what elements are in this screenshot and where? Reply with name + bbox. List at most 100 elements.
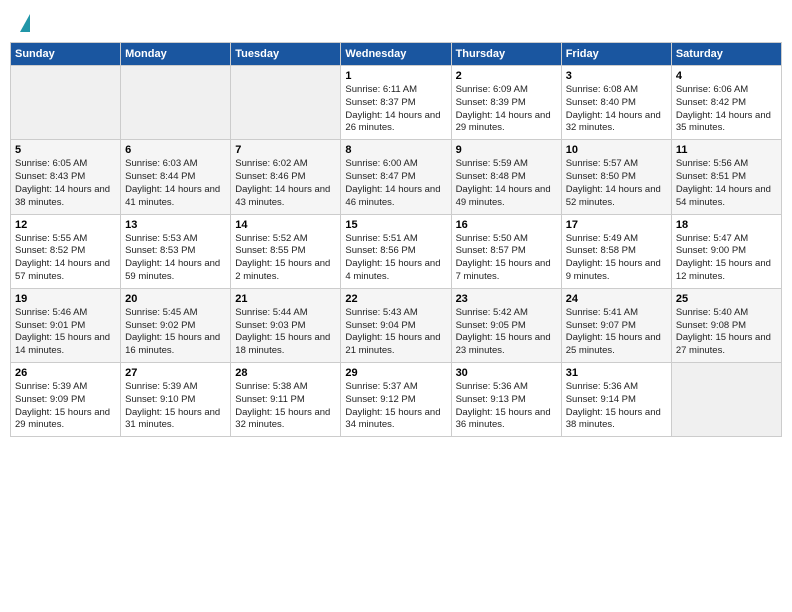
day-cell: 29 Sunrise: 5:37 AM Sunset: 9:12 PM Dayli…	[341, 363, 451, 437]
day-cell: 10 Sunrise: 5:57 AM Sunset: 8:50 PM Dayli…	[561, 140, 671, 214]
day-info: Sunrise: 5:45 AM Sunset: 9:02 PM Dayligh…	[125, 307, 226, 358]
day-info: Sunrise: 5:39 AM Sunset: 9:09 PM Dayligh…	[15, 381, 116, 432]
day-cell: 30 Sunrise: 5:36 AM Sunset: 9:13 PM Dayli…	[451, 363, 561, 437]
week-row-5: 26Sunrise: 5:39 AM Sunset: 9:09 PM Dayli…	[11, 363, 782, 437]
week-row-3: 12Sunrise: 5:55 AM Sunset: 8:52 PM Dayli…	[11, 214, 782, 288]
day-number: 1	[345, 70, 446, 82]
day-cell: 12Sunrise: 5:55 AM Sunset: 8:52 PM Dayli…	[11, 214, 121, 288]
day-cell: 18 Sunrise: 5:47 AM Sunset: 9:00 PM Dayli…	[671, 214, 781, 288]
day-cell: 9 Sunrise: 5:59 AM Sunset: 8:48 PM Daylig…	[451, 140, 561, 214]
day-number: 2	[456, 70, 557, 82]
day-info: Sunrise: 6:11 AM Sunset: 8:37 PM Dayligh…	[345, 84, 446, 135]
day-info: Sunrise: 5:46 AM Sunset: 9:01 PM Dayligh…	[15, 307, 116, 358]
day-info: Sunrise: 5:37 AM Sunset: 9:12 PM Dayligh…	[345, 381, 446, 432]
day-info: Sunrise: 6:06 AM Sunset: 8:42 PM Dayligh…	[676, 84, 777, 135]
day-number: 22	[345, 293, 446, 305]
day-cell: 15 Sunrise: 5:51 AM Sunset: 8:56 PM Dayli…	[341, 214, 451, 288]
day-cell: 20 Sunrise: 5:45 AM Sunset: 9:02 PM Dayli…	[121, 288, 231, 362]
logo	[18, 14, 30, 32]
day-info: Sunrise: 6:05 AM Sunset: 8:43 PM Dayligh…	[15, 158, 116, 209]
day-cell: 24 Sunrise: 5:41 AM Sunset: 9:07 PM Dayli…	[561, 288, 671, 362]
day-number: 8	[345, 144, 446, 156]
day-info: Sunrise: 5:56 AM Sunset: 8:51 PM Dayligh…	[676, 158, 777, 209]
week-row-2: 5 Sunrise: 6:05 AM Sunset: 8:43 PM Daylig…	[11, 140, 782, 214]
day-info: Sunrise: 6:09 AM Sunset: 8:39 PM Dayligh…	[456, 84, 557, 135]
day-info: Sunrise: 5:36 AM Sunset: 9:14 PM Dayligh…	[566, 381, 667, 432]
day-number: 9	[456, 144, 557, 156]
day-number: 28	[235, 367, 336, 379]
day-cell: 16 Sunrise: 5:50 AM Sunset: 8:57 PM Dayli…	[451, 214, 561, 288]
day-cell: 21 Sunrise: 5:44 AM Sunset: 9:03 PM Dayli…	[231, 288, 341, 362]
day-cell	[11, 66, 121, 140]
day-cell	[121, 66, 231, 140]
week-row-1: 1 Sunrise: 6:11 AM Sunset: 8:37 PM Daylig…	[11, 66, 782, 140]
day-cell: 25 Sunrise: 5:40 AM Sunset: 9:08 PM Dayli…	[671, 288, 781, 362]
day-info: Sunrise: 5:53 AM Sunset: 8:53 PM Dayligh…	[125, 233, 226, 284]
header-sunday: Sunday	[11, 43, 121, 66]
day-info: Sunrise: 5:55 AM Sunset: 8:52 PM Dayligh…	[15, 233, 116, 284]
day-info: Sunrise: 5:52 AM Sunset: 8:55 PM Dayligh…	[235, 233, 336, 284]
day-number: 31	[566, 367, 667, 379]
header-wednesday: Wednesday	[341, 43, 451, 66]
day-info: Sunrise: 5:47 AM Sunset: 9:00 PM Dayligh…	[676, 233, 777, 284]
day-info: Sunrise: 5:41 AM Sunset: 9:07 PM Dayligh…	[566, 307, 667, 358]
week-row-4: 19Sunrise: 5:46 AM Sunset: 9:01 PM Dayli…	[11, 288, 782, 362]
day-info: Sunrise: 5:57 AM Sunset: 8:50 PM Dayligh…	[566, 158, 667, 209]
day-number: 24	[566, 293, 667, 305]
day-cell: 8 Sunrise: 6:00 AM Sunset: 8:47 PM Daylig…	[341, 140, 451, 214]
day-cell: 27 Sunrise: 5:39 AM Sunset: 9:10 PM Dayli…	[121, 363, 231, 437]
day-cell: 31 Sunrise: 5:36 AM Sunset: 9:14 PM Dayli…	[561, 363, 671, 437]
day-number: 17	[566, 219, 667, 231]
day-number: 7	[235, 144, 336, 156]
day-number: 23	[456, 293, 557, 305]
day-number: 13	[125, 219, 226, 231]
day-info: Sunrise: 6:03 AM Sunset: 8:44 PM Dayligh…	[125, 158, 226, 209]
day-number: 20	[125, 293, 226, 305]
page-header	[10, 10, 782, 36]
header-tuesday: Tuesday	[231, 43, 341, 66]
day-number: 10	[566, 144, 667, 156]
day-cell: 19Sunrise: 5:46 AM Sunset: 9:01 PM Dayli…	[11, 288, 121, 362]
day-cell: 2 Sunrise: 6:09 AM Sunset: 8:39 PM Daylig…	[451, 66, 561, 140]
day-number: 14	[235, 219, 336, 231]
day-info: Sunrise: 6:02 AM Sunset: 8:46 PM Dayligh…	[235, 158, 336, 209]
header-row: SundayMondayTuesdayWednesdayThursdayFrid…	[11, 43, 782, 66]
day-number: 5	[15, 144, 116, 156]
day-number: 25	[676, 293, 777, 305]
day-cell: 23Sunrise: 5:42 AM Sunset: 9:05 PM Dayli…	[451, 288, 561, 362]
day-number: 21	[235, 293, 336, 305]
day-info: Sunrise: 5:39 AM Sunset: 9:10 PM Dayligh…	[125, 381, 226, 432]
day-info: Sunrise: 5:59 AM Sunset: 8:48 PM Dayligh…	[456, 158, 557, 209]
day-info: Sunrise: 5:38 AM Sunset: 9:11 PM Dayligh…	[235, 381, 336, 432]
day-cell: 26Sunrise: 5:39 AM Sunset: 9:09 PM Dayli…	[11, 363, 121, 437]
day-number: 18	[676, 219, 777, 231]
day-number: 16	[456, 219, 557, 231]
day-info: Sunrise: 5:40 AM Sunset: 9:08 PM Dayligh…	[676, 307, 777, 358]
day-cell: 22Sunrise: 5:43 AM Sunset: 9:04 PM Dayli…	[341, 288, 451, 362]
calendar-table: SundayMondayTuesdayWednesdayThursdayFrid…	[10, 42, 782, 437]
day-number: 29	[345, 367, 446, 379]
day-number: 15	[345, 219, 446, 231]
day-cell	[671, 363, 781, 437]
day-number: 4	[676, 70, 777, 82]
day-number: 30	[456, 367, 557, 379]
day-cell	[231, 66, 341, 140]
day-cell: 1 Sunrise: 6:11 AM Sunset: 8:37 PM Daylig…	[341, 66, 451, 140]
day-info: Sunrise: 5:51 AM Sunset: 8:56 PM Dayligh…	[345, 233, 446, 284]
header-friday: Friday	[561, 43, 671, 66]
day-info: Sunrise: 6:00 AM Sunset: 8:47 PM Dayligh…	[345, 158, 446, 209]
day-cell: 4 Sunrise: 6:06 AM Sunset: 8:42 PM Daylig…	[671, 66, 781, 140]
day-info: Sunrise: 5:36 AM Sunset: 9:13 PM Dayligh…	[456, 381, 557, 432]
day-cell: 7 Sunrise: 6:02 AM Sunset: 8:46 PM Daylig…	[231, 140, 341, 214]
header-monday: Monday	[121, 43, 231, 66]
day-info: Sunrise: 5:49 AM Sunset: 8:58 PM Dayligh…	[566, 233, 667, 284]
day-cell: 17 Sunrise: 5:49 AM Sunset: 8:58 PM Dayli…	[561, 214, 671, 288]
logo-triangle-icon	[20, 14, 30, 32]
day-info: Sunrise: 5:44 AM Sunset: 9:03 PM Dayligh…	[235, 307, 336, 358]
day-cell: 3Sunrise: 6:08 AM Sunset: 8:40 PM Daylig…	[561, 66, 671, 140]
header-saturday: Saturday	[671, 43, 781, 66]
day-number: 11	[676, 144, 777, 156]
day-info: Sunrise: 5:50 AM Sunset: 8:57 PM Dayligh…	[456, 233, 557, 284]
day-cell: 6Sunrise: 6:03 AM Sunset: 8:44 PM Daylig…	[121, 140, 231, 214]
day-number: 27	[125, 367, 226, 379]
